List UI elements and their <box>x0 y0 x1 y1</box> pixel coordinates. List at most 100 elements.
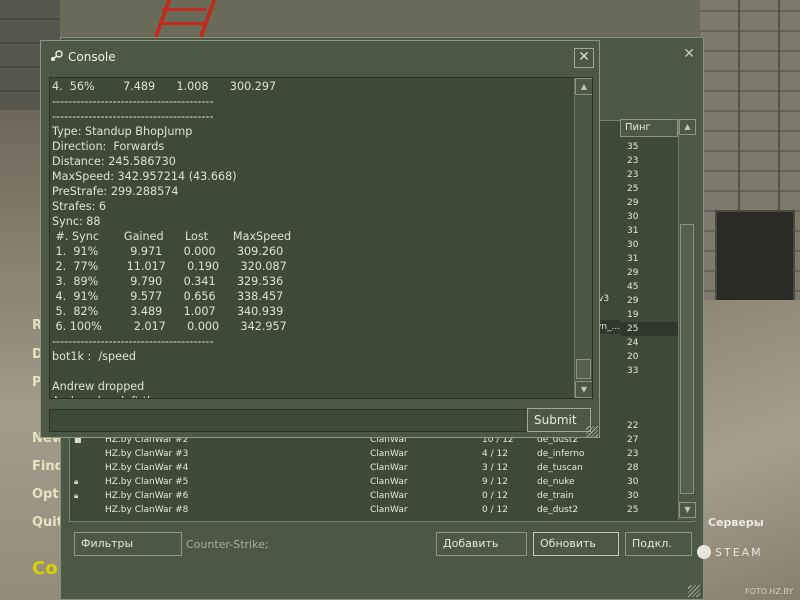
console-line: ---------------------------------------- <box>52 95 214 108</box>
server-ping: 25 <box>627 505 639 515</box>
console-line: Direction: Forwards <box>52 140 165 153</box>
scroll-down-icon[interactable]: ▼ <box>575 381 592 398</box>
console-line: Strafes: 6 <box>52 200 107 213</box>
server-players: 3 / 12 <box>482 463 508 473</box>
server-type: ClanWar <box>370 449 408 459</box>
connect-button[interactable]: Подкл. <box>625 532 692 556</box>
server-players: 0 / 12 <box>482 491 508 501</box>
ping-value: 29 <box>627 268 639 278</box>
table-row[interactable]: HZ.by ClanWar #4 ClanWar 3 / 12 de_tusca… <box>70 461 680 475</box>
counter-strike-logo: Co <box>32 558 58 579</box>
ping-value-selected: 25 <box>620 322 678 336</box>
table-row[interactable]: 🔒︎ HZ.by ClanWar #5 ClanWar 9 / 12 de_nu… <box>70 475 680 489</box>
table-row[interactable]: 🔒︎ HZ.by ClanWar #6 ClanWar 0 / 12 de_tr… <box>70 489 680 503</box>
scroll-thumb[interactable] <box>576 359 591 379</box>
scroll-up-icon[interactable]: ▲ <box>575 78 592 95</box>
console-line: bot1k : /speed <box>52 350 136 363</box>
scroll-thumb[interactable] <box>680 224 694 494</box>
ping-value: 33 <box>627 366 639 376</box>
server-type: ClanWar <box>370 477 408 487</box>
server-type: ClanWar <box>370 491 408 501</box>
ping-value: 23 <box>627 156 639 166</box>
ping-value: 45 <box>627 282 639 292</box>
server-ping: 30 <box>627 477 639 487</box>
ping-value: 24 <box>627 338 639 348</box>
server-name: HZ.by ClanWar #8 <box>105 505 189 515</box>
server-type: ClanWar <box>370 463 408 473</box>
console-line: MaxSpeed: 342.957214 (43.668) <box>52 170 237 183</box>
server-players: 9 / 12 <box>482 477 508 487</box>
server-name: HZ.by ClanWar #6 <box>105 491 189 501</box>
server-map: de_inferno <box>537 449 585 459</box>
add-server-button[interactable]: Добавить <box>436 532 527 556</box>
server-players: 0 / 12 <box>482 505 508 515</box>
server-map: de_train <box>537 491 574 501</box>
console-command-input[interactable] <box>49 409 559 432</box>
refresh-button[interactable]: Обновить <box>533 532 619 556</box>
console-log: 4. 56% 7.489 1.008 300.297 --------------… <box>52 79 570 398</box>
server-ping: 23 <box>627 449 639 459</box>
console-title: Console <box>68 50 116 64</box>
server-map: de_tuscan <box>537 463 583 473</box>
submit-button[interactable]: Submit <box>527 408 591 432</box>
browser-close-icon[interactable]: ✕ <box>683 46 695 62</box>
console-line: 6. 100% 2.017 0.000 342.957 <box>52 320 287 333</box>
console-window: Console ✕ 4. 56% 7.489 1.008 300.297 ----… <box>40 40 600 438</box>
server-name: HZ.by ClanWar #5 <box>105 477 189 487</box>
table-row[interactable]: HZ.by ClanWar #8 ClanWar 0 / 12 de_dust2… <box>70 503 680 517</box>
ping-value: 35 <box>627 142 639 152</box>
ladder-rung <box>162 8 206 11</box>
console-line: ---------------------------------------- <box>52 335 214 348</box>
ping-value: 29 <box>627 198 639 208</box>
ladder-rung <box>162 22 206 25</box>
server-map: de_dust2 <box>537 505 579 515</box>
ping-value: 19 <box>627 310 639 320</box>
console-line: Distance: 245.586730 <box>52 155 176 168</box>
column-header-ping[interactable]: Пинг <box>620 119 678 137</box>
ping-value: 23 <box>627 170 639 180</box>
server-name: HZ.by ClanWar #4 <box>105 463 189 473</box>
console-line: Andrew has left the game <box>52 394 570 398</box>
server-ping: 30 <box>627 491 639 501</box>
console-line: Sync: 88 <box>52 215 101 228</box>
lock-icon: 🔒︎ <box>74 491 79 500</box>
console-close-icon[interactable]: ✕ <box>574 48 594 68</box>
menu-item-options[interactable]: Opt <box>32 487 59 502</box>
server-name: HZ.by ClanWar #3 <box>105 449 189 459</box>
console-line: PreStrafe: 299.288574 <box>52 185 179 198</box>
console-line: 3. 89% 9.790 0.341 329.536 <box>52 275 284 288</box>
ping-value: 22 <box>627 421 639 431</box>
ping-value: 20 <box>627 352 639 362</box>
scroll-up-icon[interactable]: ▲ <box>679 119 696 135</box>
server-players: 4 / 12 <box>482 449 508 459</box>
table-row[interactable]: HZ.by ClanWar #3 ClanWar 4 / 12 de_infer… <box>70 447 680 461</box>
server-list-scrollbar[interactable]: ▲ ▼ <box>678 119 696 520</box>
console-line: 4. 91% 9.577 0.656 338.457 <box>52 290 284 303</box>
servers-menu-label[interactable]: Серверы <box>708 516 764 529</box>
menu-item-quit[interactable]: Quit <box>32 515 63 530</box>
server-type: ClanWar <box>370 505 408 515</box>
console-line: 4. 56% 7.489 1.008 300.297 <box>52 80 277 93</box>
ping-value: 30 <box>627 240 639 250</box>
server-map: de_nuke <box>537 477 575 487</box>
steam-logo-icon <box>697 545 711 559</box>
console-line: Type: Standup BhopJump <box>52 125 193 138</box>
console-line: 2. 77% 11.017 0.190 320.087 <box>52 260 287 273</box>
resize-grip-icon[interactable] <box>586 426 598 438</box>
console-line: 1. 91% 9.971 0.000 309.260 <box>52 245 284 258</box>
ping-value: 30 <box>627 212 639 222</box>
scroll-down-icon[interactable]: ▼ <box>679 502 696 518</box>
console-output[interactable]: 4. 56% 7.489 1.008 300.297 --------------… <box>49 77 593 399</box>
console-line: ---------------------------------------- <box>52 110 214 123</box>
console-title-bar[interactable]: Console <box>41 41 601 73</box>
resize-grip-icon[interactable] <box>688 585 700 597</box>
console-scrollbar[interactable]: ▲ ▼ <box>574 78 592 398</box>
steam-logo-text: STEAM <box>715 546 763 559</box>
console-line: 5. 82% 3.489 1.007 340.939 <box>52 305 284 318</box>
filters-button[interactable]: Фильтры <box>74 532 182 556</box>
lock-icon: 🔒︎ <box>74 477 79 486</box>
server-ping: 28 <box>627 463 639 473</box>
ping-value: 31 <box>627 254 639 264</box>
ping-value: 29 <box>627 296 639 306</box>
